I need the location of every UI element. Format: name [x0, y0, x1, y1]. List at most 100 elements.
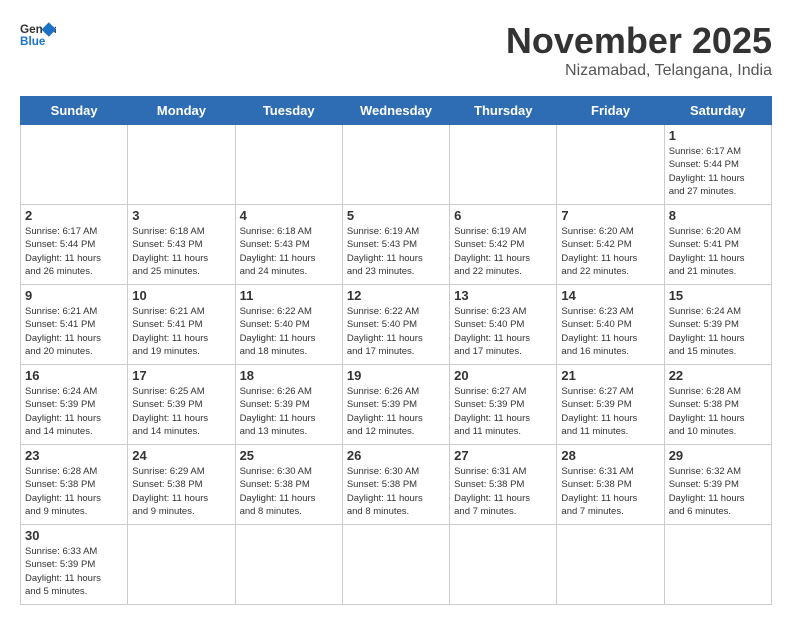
- day-number: 18: [240, 368, 338, 383]
- logo-icon: General Blue: [20, 20, 56, 48]
- cell-info: Sunrise: 6:27 AM Sunset: 5:39 PM Dayligh…: [454, 385, 552, 438]
- cell-info: Sunrise: 6:31 AM Sunset: 5:38 PM Dayligh…: [561, 465, 659, 518]
- cell-info: Sunrise: 6:28 AM Sunset: 5:38 PM Dayligh…: [25, 465, 123, 518]
- cell-info: Sunrise: 6:26 AM Sunset: 5:39 PM Dayligh…: [240, 385, 338, 438]
- calendar-week-2: 2 Sunrise: 6:17 AM Sunset: 5:44 PM Daylig…: [21, 205, 772, 285]
- calendar-week-6: 30Sunrise: 6:33 AM Sunset: 5:39 PM Dayli…: [21, 525, 772, 605]
- calendar-cell: [235, 125, 342, 205]
- day-number: 8: [669, 208, 767, 223]
- weekday-header-monday: Monday: [128, 97, 235, 125]
- day-number: 14: [561, 288, 659, 303]
- day-number: 22: [669, 368, 767, 383]
- calendar-week-4: 16 Sunrise: 6:24 AM Sunset: 5:39 PM Dayli…: [21, 365, 772, 445]
- day-number: 16: [25, 368, 123, 383]
- cell-info: Sunrise: 6:23 AM Sunset: 5:40 PM Dayligh…: [561, 305, 659, 358]
- cell-info: Sunrise: 6:21 AM Sunset: 5:41 PM Dayligh…: [25, 305, 123, 358]
- cell-info: Sunrise: 6:23 AM Sunset: 5:40 PM Dayligh…: [454, 305, 552, 358]
- day-number: 11: [240, 288, 338, 303]
- cell-info: Sunrise: 6:25 AM Sunset: 5:39 PM Dayligh…: [132, 385, 230, 438]
- cell-info: Sunrise: 6:22 AM Sunset: 5:40 PM Dayligh…: [240, 305, 338, 358]
- cell-info: Sunrise: 6:20 AM Sunset: 5:42 PM Dayligh…: [561, 225, 659, 278]
- calendar-cell: 4 Sunrise: 6:18 AM Sunset: 5:43 PM Daylig…: [235, 205, 342, 285]
- calendar-cell: 7 Sunrise: 6:20 AM Sunset: 5:42 PM Daylig…: [557, 205, 664, 285]
- day-number: 21: [561, 368, 659, 383]
- calendar-cell: 14 Sunrise: 6:23 AM Sunset: 5:40 PM Dayli…: [557, 285, 664, 365]
- day-number: 24: [132, 448, 230, 463]
- cell-info: Sunrise: 6:24 AM Sunset: 5:39 PM Dayligh…: [25, 385, 123, 438]
- day-number: 4: [240, 208, 338, 223]
- calendar-cell: 3 Sunrise: 6:18 AM Sunset: 5:43 PM Daylig…: [128, 205, 235, 285]
- cell-info: Sunrise: 6:28 AM Sunset: 5:38 PM Dayligh…: [669, 385, 767, 438]
- calendar-cell: 24 Sunrise: 6:29 AM Sunset: 5:38 PM Dayli…: [128, 445, 235, 525]
- day-number: 23: [25, 448, 123, 463]
- calendar-cell: 20Sunrise: 6:27 AM Sunset: 5:39 PM Dayli…: [450, 365, 557, 445]
- cell-info: Sunrise: 6:17 AM Sunset: 5:44 PM Dayligh…: [25, 225, 123, 278]
- calendar-cell: [342, 525, 449, 605]
- calendar-cell: [342, 125, 449, 205]
- calendar-cell: 11 Sunrise: 6:22 AM Sunset: 5:40 PM Dayli…: [235, 285, 342, 365]
- calendar-cell: 29Sunrise: 6:32 AM Sunset: 5:39 PM Dayli…: [664, 445, 771, 525]
- cell-info: Sunrise: 6:26 AM Sunset: 5:39 PM Dayligh…: [347, 385, 445, 438]
- calendar-week-5: 23 Sunrise: 6:28 AM Sunset: 5:38 PM Dayli…: [21, 445, 772, 525]
- header: General Blue November 2025 Nizamabad, Te…: [20, 20, 772, 80]
- calendar-cell: 21 Sunrise: 6:27 AM Sunset: 5:39 PM Dayli…: [557, 365, 664, 445]
- day-number: 26: [347, 448, 445, 463]
- logo: General Blue: [20, 20, 56, 48]
- calendar-cell: 9Sunrise: 6:21 AM Sunset: 5:41 PM Daylig…: [21, 285, 128, 365]
- calendar-cell: 19 Sunrise: 6:26 AM Sunset: 5:39 PM Dayli…: [342, 365, 449, 445]
- cell-info: Sunrise: 6:19 AM Sunset: 5:43 PM Dayligh…: [347, 225, 445, 278]
- calendar-cell: 23 Sunrise: 6:28 AM Sunset: 5:38 PM Dayli…: [21, 445, 128, 525]
- calendar-cell: 6Sunrise: 6:19 AM Sunset: 5:42 PM Daylig…: [450, 205, 557, 285]
- day-number: 29: [669, 448, 767, 463]
- calendar-cell: [128, 125, 235, 205]
- cell-info: Sunrise: 6:21 AM Sunset: 5:41 PM Dayligh…: [132, 305, 230, 358]
- day-number: 13: [454, 288, 552, 303]
- calendar-cell: 1Sunrise: 6:17 AM Sunset: 5:44 PM Daylig…: [664, 125, 771, 205]
- calendar-cell: 26 Sunrise: 6:30 AM Sunset: 5:38 PM Dayli…: [342, 445, 449, 525]
- weekday-header-tuesday: Tuesday: [235, 97, 342, 125]
- calendar-cell: 8Sunrise: 6:20 AM Sunset: 5:41 PM Daylig…: [664, 205, 771, 285]
- day-number: 6: [454, 208, 552, 223]
- calendar-cell: [664, 525, 771, 605]
- day-number: 1: [669, 128, 767, 143]
- cell-info: Sunrise: 6:18 AM Sunset: 5:43 PM Dayligh…: [132, 225, 230, 278]
- day-number: 27: [454, 448, 552, 463]
- day-number: 2: [25, 208, 123, 223]
- calendar-cell: 27 Sunrise: 6:31 AM Sunset: 5:38 PM Dayli…: [450, 445, 557, 525]
- calendar-cell: 22 Sunrise: 6:28 AM Sunset: 5:38 PM Dayli…: [664, 365, 771, 445]
- calendar-cell: 25 Sunrise: 6:30 AM Sunset: 5:38 PM Dayli…: [235, 445, 342, 525]
- day-number: 17: [132, 368, 230, 383]
- cell-info: Sunrise: 6:22 AM Sunset: 5:40 PM Dayligh…: [347, 305, 445, 358]
- title-area: November 2025 Nizamabad, Telangana, Indi…: [506, 20, 772, 80]
- calendar-cell: 18 Sunrise: 6:26 AM Sunset: 5:39 PM Dayli…: [235, 365, 342, 445]
- calendar-cell: 17 Sunrise: 6:25 AM Sunset: 5:39 PM Dayli…: [128, 365, 235, 445]
- weekday-header-wednesday: Wednesday: [342, 97, 449, 125]
- day-number: 15: [669, 288, 767, 303]
- weekday-header-saturday: Saturday: [664, 97, 771, 125]
- month-title: November 2025: [506, 20, 772, 62]
- day-number: 3: [132, 208, 230, 223]
- day-number: 12: [347, 288, 445, 303]
- weekday-header-sunday: Sunday: [21, 97, 128, 125]
- day-number: 25: [240, 448, 338, 463]
- calendar-cell: 10Sunrise: 6:21 AM Sunset: 5:41 PM Dayli…: [128, 285, 235, 365]
- calendar-table: SundayMondayTuesdayWednesdayThursdayFrid…: [20, 96, 772, 605]
- calendar-cell: [128, 525, 235, 605]
- cell-info: Sunrise: 6:24 AM Sunset: 5:39 PM Dayligh…: [669, 305, 767, 358]
- cell-info: Sunrise: 6:30 AM Sunset: 5:38 PM Dayligh…: [240, 465, 338, 518]
- cell-info: Sunrise: 6:30 AM Sunset: 5:38 PM Dayligh…: [347, 465, 445, 518]
- svg-text:Blue: Blue: [20, 35, 46, 48]
- calendar-cell: [21, 125, 128, 205]
- calendar-cell: [557, 125, 664, 205]
- calendar-cell: [450, 525, 557, 605]
- calendar-cell: 15 Sunrise: 6:24 AM Sunset: 5:39 PM Dayli…: [664, 285, 771, 365]
- cell-info: Sunrise: 6:29 AM Sunset: 5:38 PM Dayligh…: [132, 465, 230, 518]
- calendar-cell: 12 Sunrise: 6:22 AM Sunset: 5:40 PM Dayli…: [342, 285, 449, 365]
- weekday-header-friday: Friday: [557, 97, 664, 125]
- calendar-cell: 16 Sunrise: 6:24 AM Sunset: 5:39 PM Dayli…: [21, 365, 128, 445]
- day-number: 7: [561, 208, 659, 223]
- day-number: 19: [347, 368, 445, 383]
- cell-info: Sunrise: 6:31 AM Sunset: 5:38 PM Dayligh…: [454, 465, 552, 518]
- cell-info: Sunrise: 6:27 AM Sunset: 5:39 PM Dayligh…: [561, 385, 659, 438]
- cell-info: Sunrise: 6:18 AM Sunset: 5:43 PM Dayligh…: [240, 225, 338, 278]
